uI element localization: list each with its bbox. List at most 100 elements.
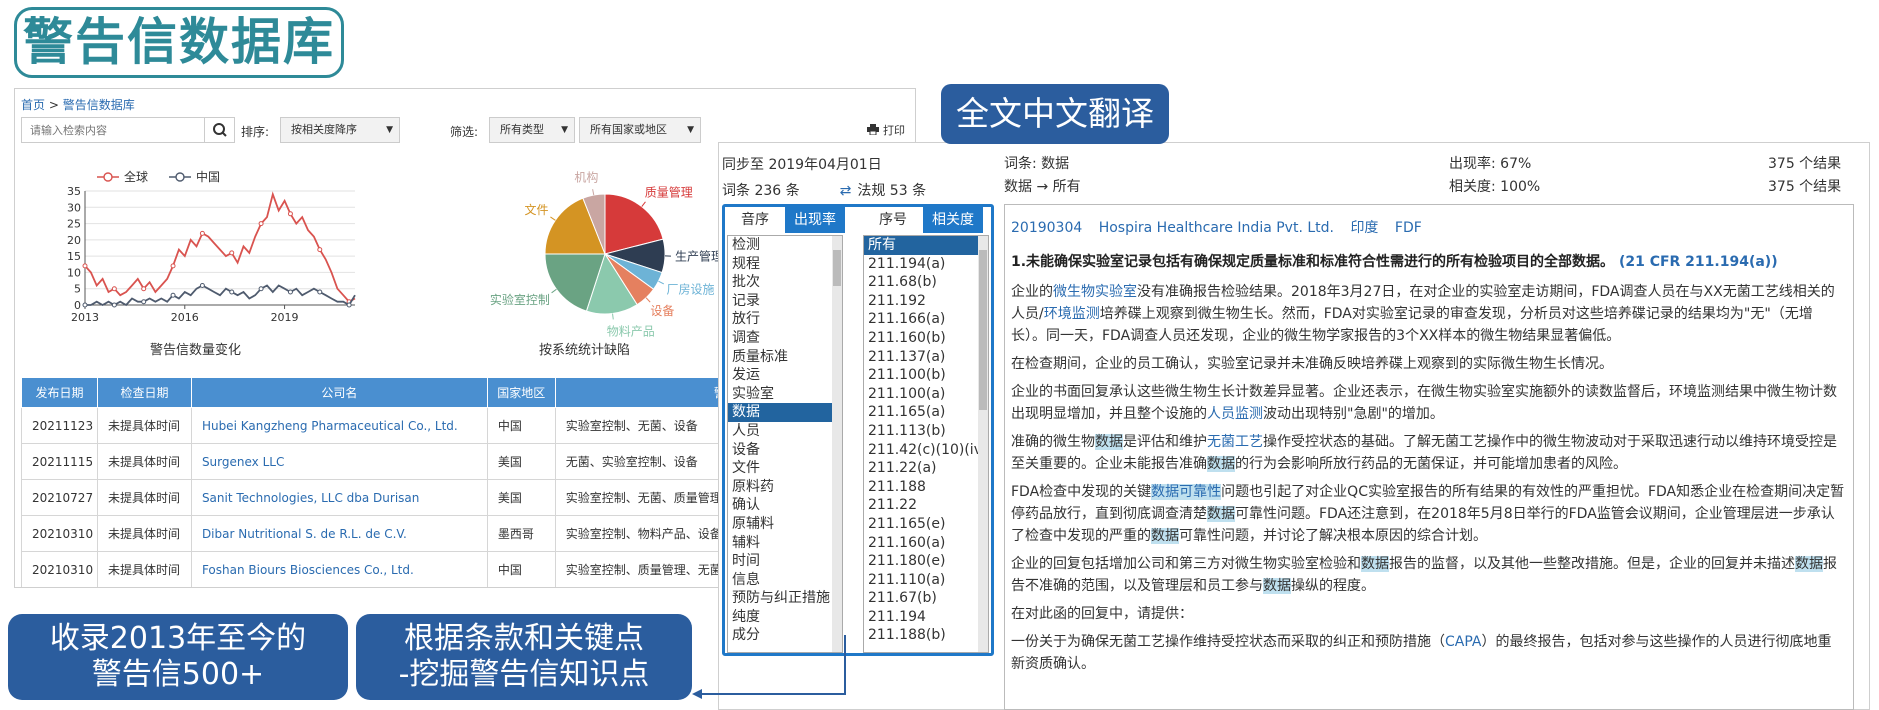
regulation-list-item[interactable]: 211.100(a) (864, 385, 988, 404)
term-list-scrollbar[interactable] (832, 236, 842, 652)
col-header-date[interactable]: 发布日期 (21, 377, 98, 408)
cfr-link[interactable]: (21 CFR 211.194(a)) (1619, 254, 1778, 270)
term-list-item[interactable]: 原辅料 (728, 515, 842, 534)
index-counts: 词条 236 条 ⇄ 法规 53 条 (722, 180, 926, 200)
term-list-item[interactable]: 确认 (728, 496, 842, 515)
y-tick-label: 35 (67, 185, 81, 198)
term-list-item[interactable]: 放行 (728, 310, 842, 329)
letter-country[interactable]: 印度 (1350, 220, 1378, 236)
term-list-item[interactable]: 纯度 (728, 608, 842, 627)
regulation-list-item[interactable]: 211.100(b) (864, 366, 988, 385)
regulation-list-item[interactable]: 211.165(e) (864, 515, 988, 534)
regulation-list-item[interactable]: 211.165(a) (864, 403, 988, 422)
term-list-item[interactable]: 预防与纠正措施 (728, 589, 842, 608)
pie-leader-line (550, 216, 556, 221)
swap-icon[interactable]: ⇄ (840, 183, 852, 199)
term-list-item[interactable]: 文件 (728, 459, 842, 478)
search-button[interactable] (204, 118, 234, 142)
col-header-company[interactable]: 公司名 (190, 377, 488, 408)
letter-date[interactable]: 20190304 (1011, 220, 1082, 236)
term-list-scroll-thumb[interactable] (833, 250, 841, 286)
regulation-list-item[interactable]: 211.188(b) (864, 626, 988, 645)
term-list-item[interactable]: 发运 (728, 366, 842, 385)
data-point (141, 286, 147, 292)
regulation-list-item[interactable]: 211.160(b) (864, 329, 988, 348)
regulation-list-item[interactable]: 211.22 (864, 496, 988, 515)
search-input[interactable] (22, 118, 202, 142)
cell-inspect: 未提具体时间 (96, 443, 192, 480)
regulation-list-item[interactable]: 211.194 (864, 608, 988, 627)
term-list-item[interactable]: 质量标准 (728, 348, 842, 367)
term-list-item[interactable]: 批次 (728, 273, 842, 292)
breadcrumb-current[interactable]: 警告信数据库 (63, 98, 135, 112)
regulation-list-item[interactable]: 211.188 (864, 478, 988, 497)
regulation-list-item[interactable]: 211.180(e) (864, 552, 988, 571)
sort-select[interactable]: 按相关度降序 ▼ (280, 117, 400, 143)
letter-paragraph: FDA检查中发现的关键数据可靠性问题也引起了对企业QC实验室报告的所有结果的有效… (1011, 484, 1845, 544)
term-list-item[interactable]: 实验室 (728, 385, 842, 404)
term-list-item[interactable]: 调查 (728, 329, 842, 348)
regulation-list-item[interactable]: 211.166(a) (864, 310, 988, 329)
letter-type[interactable]: FDF (1395, 220, 1422, 236)
letter-paragraph: 企业的微生物实验室没有准确报告检验结果。2018年3月27日，在对企业的实验室走… (1011, 284, 1835, 344)
letter-paragraph: 企业的书面回复承认这些微生物生长计数差异显著。企业还表示，在微生物实验室实施额外… (1011, 384, 1837, 422)
regulation-list-item[interactable]: 211.137(a) (864, 348, 988, 367)
collection-banner-line2: 警告信500+ (91, 657, 265, 692)
x-tick-label: 2019 (271, 311, 299, 324)
letter-paragraph: 在检查期间，企业的员工确认，实验室记录并未准确反映培养碟上观察到的实际微生物生长… (1011, 356, 1613, 372)
regulation-list[interactable]: 所有 211.194(a) 211.68(b) 211.192 211.166(a) 21… (863, 235, 989, 653)
term-list[interactable]: 检测 规程 批次 记录 放行 调查 质量标准 发运 实验室 数据 人员 设备 文件 原料药 确认 原辅料 辅料时… (727, 235, 843, 653)
term-list-item[interactable]: 规程 (728, 255, 842, 274)
filter-label: 筛选: (450, 125, 479, 139)
print-button[interactable]: 打印 (867, 122, 905, 138)
cell-company-link[interactable]: Surgenex LLC (190, 443, 488, 480)
regulation-list-item[interactable]: 211.67(b) (864, 589, 988, 608)
tab-alphabetical[interactable]: 音序 (725, 207, 785, 233)
term-list-item[interactable]: 记录 (728, 292, 842, 311)
regulation-list-item[interactable]: 所有 (864, 236, 988, 255)
letter-heading-text: 1.未能确保实验室记录包括有确保规定质量标准和标准符合性需进行的所有检验项目的全… (1011, 254, 1615, 270)
breadcrumb: 首页 > 警告信数据库 (21, 96, 135, 113)
col-header-inspect[interactable]: 检查日期 (96, 377, 192, 408)
regulation-list-item[interactable]: 211.42(c)(10)(iv) (864, 441, 988, 460)
term-list-item[interactable]: 信息 (728, 571, 842, 590)
index-lists-box: 音序 出现率 序号 相关度 检测 规程 批次 记录 放行 调查 质量标准 发运 实验室 数据 人员设… (722, 204, 994, 656)
data-point (141, 299, 147, 305)
y-tick-label: 30 (67, 201, 81, 214)
term-list-item[interactable]: 检测 (728, 236, 842, 255)
line-chart-title: 警告信数量变化 (150, 343, 242, 358)
letter-company[interactable]: Hospira Healthcare India Pvt. Ltd. (1099, 220, 1334, 236)
tab-number[interactable]: 序号 (863, 207, 923, 233)
country-filter-select[interactable]: 所有国家或地区 ▼ (579, 117, 701, 143)
cell-inspect: 未提具体时间 (96, 515, 192, 552)
cell-inspect: 未提具体时间 (96, 551, 192, 587)
reg-list-scrollbar[interactable] (978, 236, 988, 652)
regulation-list-item[interactable]: 211.113(b) (864, 422, 988, 441)
term-list-item[interactable]: 时间 (728, 552, 842, 571)
regulation-list-item[interactable]: 211.192 (864, 292, 988, 311)
y-tick-label: 25 (67, 218, 81, 231)
reg-list-scroll-thumb[interactable] (979, 250, 987, 410)
cell-date: 20211115 (21, 443, 98, 480)
term-list-item[interactable]: 设备 (728, 441, 842, 460)
term-list-item[interactable]: 原料药 (728, 478, 842, 497)
pie-slice-label: 文件 (524, 202, 548, 217)
tab-frequency[interactable]: 出现率 (785, 207, 845, 233)
tab-relevance[interactable]: 相关度 (923, 207, 983, 233)
term-list-item[interactable]: 人员 (728, 422, 842, 441)
term-list-item[interactable]: 数据 (728, 403, 842, 422)
regulation-list-item[interactable]: 211.110(a) (864, 571, 988, 590)
breadcrumb-home[interactable]: 首页 (21, 98, 45, 112)
cell-company-link[interactable]: Dibar Nutritional S. de R.L. de C.V. (190, 515, 488, 552)
cell-company-link[interactable]: Foshan Biours Biosciences Co., Ltd. (190, 551, 488, 587)
col-header-country[interactable]: 国家地区 (486, 377, 556, 408)
regulation-list-item[interactable]: 211.22(a) (864, 459, 988, 478)
regulation-list-item[interactable]: 211.194(a) (864, 255, 988, 274)
cell-company-link[interactable]: Hubei Kangzheng Pharmaceutical Co., Ltd. (190, 407, 488, 444)
regulation-list-item[interactable]: 211.160(a) (864, 534, 988, 553)
type-filter-select[interactable]: 所有类型 ▼ (489, 117, 575, 143)
term-list-item[interactable]: 辅料 (728, 534, 842, 553)
cell-company-link[interactable]: Sanit Technologies, LLC dba Durisan (190, 479, 488, 516)
regulation-list-item[interactable]: 211.68(b) (864, 273, 988, 292)
data-point (258, 221, 264, 227)
